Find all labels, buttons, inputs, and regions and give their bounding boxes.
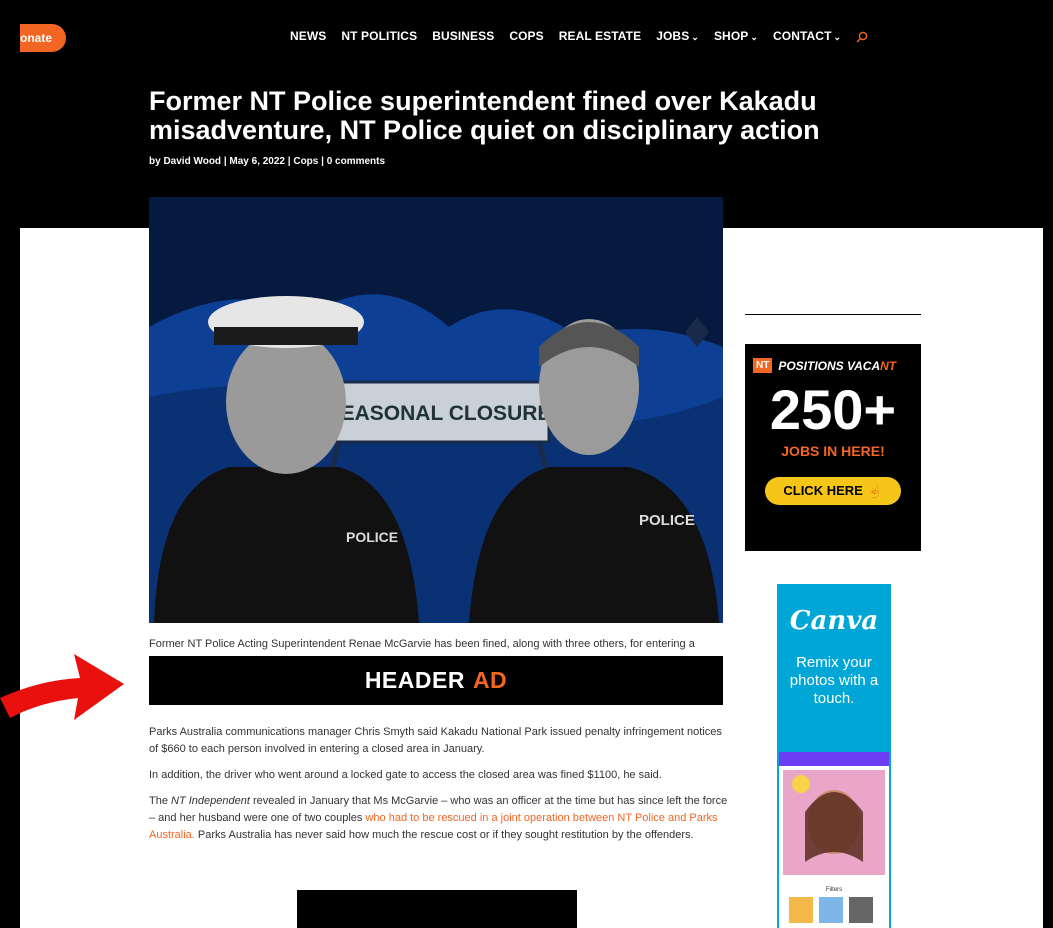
nav-cops[interactable]: COPS [509,29,543,43]
article-title: Former NT Police superintendent fined ov… [149,86,820,145]
canva-phone-mockup: Filters [779,752,889,928]
pointer-hand-icon: ☝ [866,483,883,498]
page-frame: onate NEWS NT POLITICS BUSINESS COPS REA… [20,0,1043,928]
chevron-down-icon: ⌄ [833,32,842,42]
canva-logo: Canva [789,606,879,636]
paragraph: The NT Independent revealed in January t… [149,793,729,844]
jobs-ad[interactable]: NT POSITIONS VACANT 250+ JOBS IN HERE! C… [745,344,921,551]
header-ad-word: HEADER [364,667,465,693]
search-icon[interactable] [856,30,868,43]
donate-button[interactable]: onate [20,24,67,52]
canva-ad[interactable]: Canva Remix your photos with a touch. Fi… [777,584,891,928]
nav-business[interactable]: BUSINESS [432,29,494,43]
main-nav: NEWS NT POLITICS BUSINESS COPS REAL ESTA… [290,29,868,43]
paragraph-text: Parks Australia has never said how much … [194,829,694,841]
paragraph-text: The [149,795,172,807]
nt-logo: NT [753,358,773,373]
canva-tagline: Remix your photos with a touch. [789,654,879,707]
header-ad-accent: AD [472,667,508,693]
jobs-count: 250+ [769,378,897,441]
chevron-down-icon: ⌄ [691,32,699,42]
click-here-label: CLICK HERE [783,483,863,498]
chevron-down-icon: ⌄ [750,32,759,42]
jobs-ad-heading: POSITIONS VACA [778,358,881,373]
article-meta: by David Wood | May 6, 2022 | Cops | 0 c… [149,156,386,167]
filters-label: Filters [826,887,842,893]
police-badge-left: POLICE [346,529,398,545]
sidebar-divider [745,314,921,315]
image-caption: Former NT Police Acting Superintendent R… [149,638,695,650]
nav-nt-politics[interactable]: NT POLITICS [341,29,417,43]
featured-image: SEASONAL CLOSURE POLICE POLICE [149,197,723,623]
header-ad-banner[interactable]: HEADER AD [149,656,723,705]
nav-shop[interactable]: SHOP ⌄ [714,29,758,43]
article-hero: onate NEWS NT POLITICS BUSINESS COPS REA… [20,0,1043,228]
paragraph: In addition, the driver who went around … [149,769,662,781]
article-body: Parks Australia communications manager C… [149,724,729,853]
embedded-media[interactable] [297,890,577,928]
jobs-ad-header: NT POSITIONS VACANT [745,344,921,373]
red-arrow-icon [0,654,124,720]
publication-name: NT Independent [171,795,250,807]
jobs-ad-heading-accent: NT [880,358,897,373]
nav-real-estate[interactable]: REAL ESTATE [559,29,641,43]
police-badge-right: POLICE [639,512,695,529]
sign-text: SEASONAL CLOSURE [327,402,552,425]
nav-contact[interactable]: CONTACT ⌄ [773,29,841,43]
paragraph: Parks Australia communications manager C… [149,726,722,755]
nav-jobs[interactable]: JOBS ⌄ [656,29,699,43]
nav-news[interactable]: NEWS [290,29,326,43]
click-here-button[interactable]: CLICK HERE ☝ [765,477,901,505]
jobs-subheading: JOBS IN HERE! [781,443,885,459]
